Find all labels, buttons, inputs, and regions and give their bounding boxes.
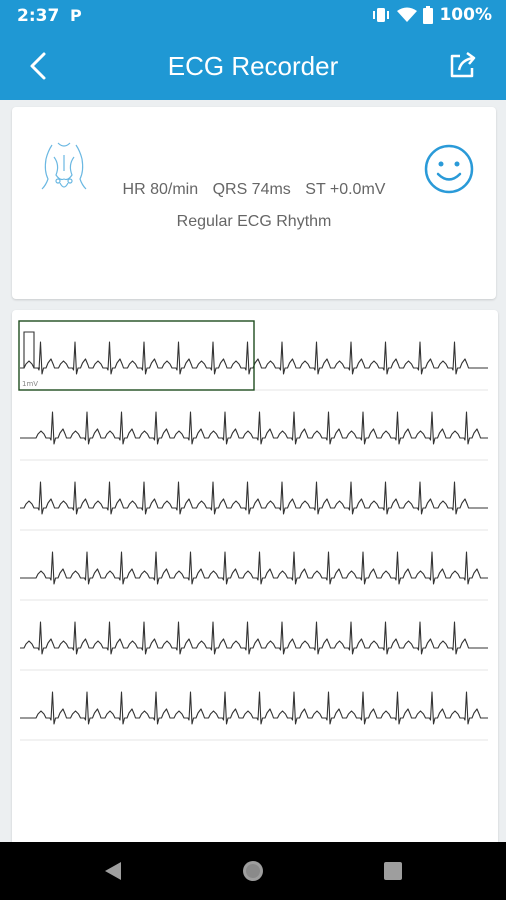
app-root: 2:37 P 100% ECG Recorder HR 80/min QRS 7… <box>0 0 506 900</box>
parking-p-icon: P <box>70 6 82 25</box>
qrs-value: QRS 74ms <box>212 181 291 198</box>
ecg-strip-2 <box>20 411 488 445</box>
ecg-strip-3 <box>20 481 488 515</box>
recents-square-icon[interactable] <box>381 859 405 883</box>
heart-rate-value: HR 80/min <box>122 181 199 198</box>
ecg-chart-card[interactable]: 1mV <box>12 310 498 850</box>
battery-percent: 100% <box>439 5 492 25</box>
ecg-strip-6 <box>20 691 488 725</box>
wifi-icon <box>397 7 418 22</box>
status-bar: 2:37 P 100% <box>0 0 506 32</box>
summary-card: HR 80/min QRS 74ms ST +0.0mV Regular ECG… <box>12 107 496 299</box>
battery-icon <box>423 6 434 24</box>
navigation-bar <box>0 842 506 900</box>
app-bar: ECG Recorder <box>0 32 506 100</box>
ecg-waveform-chart: 1mV <box>18 320 488 741</box>
share-button[interactable] <box>446 48 480 82</box>
back-triangle-icon[interactable] <box>101 859 125 883</box>
selection-window[interactable] <box>18 320 255 391</box>
home-circle-icon[interactable] <box>241 859 265 883</box>
ecg-strip-4 <box>20 551 488 585</box>
ecg-strip-5 <box>20 621 488 655</box>
vibrate-icon <box>373 8 390 22</box>
st-value: ST +0.0mV <box>305 181 386 198</box>
smiley-face-icon <box>424 144 474 194</box>
page-title: ECG Recorder <box>167 51 339 81</box>
rhythm-result: Regular ECG Rhythm <box>176 213 332 230</box>
calibration-label: 1mV <box>22 380 38 388</box>
status-time: 2:37 <box>17 6 60 26</box>
status-icons: 100% <box>371 5 492 25</box>
share-icon <box>450 51 476 78</box>
